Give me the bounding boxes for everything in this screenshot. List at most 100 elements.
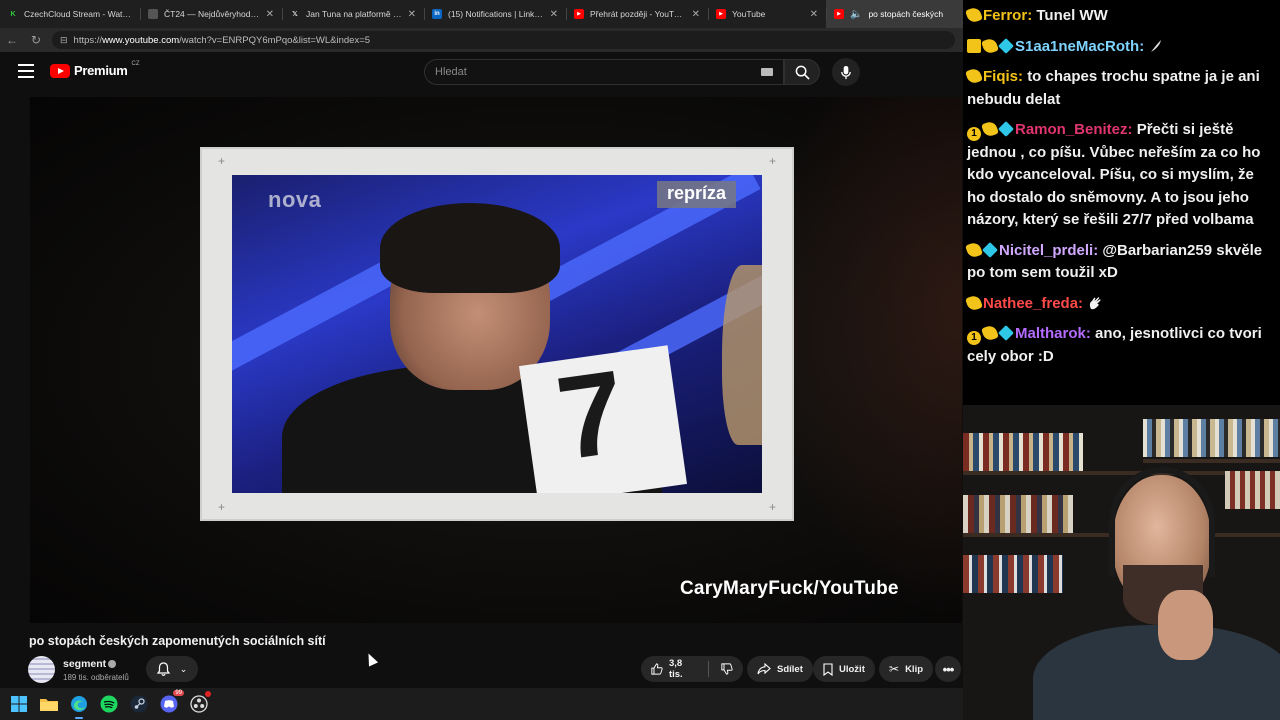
clip-button[interactable]: ✂ Klip xyxy=(879,656,934,682)
search-input[interactable]: Hledat xyxy=(424,59,784,85)
video-player[interactable]: + + + + 7 nova repríza CaryMaryFuck/YouT… xyxy=(30,97,962,623)
tab-label: CzechCloud Stream - Watch L xyxy=(24,9,132,19)
chat-message: Nathee_freda: xyxy=(965,293,1276,316)
youtube-play-icon xyxy=(50,63,70,78)
edge-icon[interactable] xyxy=(68,693,90,719)
sub-badge-icon xyxy=(965,293,983,312)
chat-username[interactable]: Maltharok xyxy=(1015,325,1086,342)
sub-badge-icon xyxy=(965,6,983,24)
thumbs-down-icon[interactable] xyxy=(721,662,733,676)
steam-icon[interactable] xyxy=(128,693,150,715)
channel-name[interactable]: segment xyxy=(63,658,106,670)
keyboard-icon[interactable] xyxy=(761,68,773,76)
address-bar: ← ↻ ⊟ https://www.youtube.com/watch?v=EN… xyxy=(0,28,963,52)
chat-message: 1 Ramon_Benitez: Přečti si ještě jednou ,… xyxy=(967,120,1261,228)
chat-username[interactable]: Fiqis xyxy=(983,68,1018,85)
bell-icon xyxy=(156,662,170,676)
chat-username[interactable]: Nicitel_prdeli xyxy=(999,242,1093,259)
tab-youtube[interactable]: ▶ YouTube ✕ xyxy=(708,0,826,28)
gift-badge-icon xyxy=(982,241,998,258)
close-icon[interactable]: ✕ xyxy=(266,9,274,20)
speaker-icon[interactable]: 🔈 xyxy=(850,9,862,20)
hamburger-menu-icon[interactable] xyxy=(18,64,34,78)
shelf xyxy=(1143,459,1280,463)
sub-badge-icon xyxy=(965,240,983,259)
webcam-feed xyxy=(963,405,1280,720)
url-field[interactable]: ⊟ https://www.youtube.com/watch?v=ENRPQY… xyxy=(52,31,955,49)
gift-badge-icon xyxy=(998,325,1014,341)
chat-message: Ferror: Tunel WW xyxy=(965,5,1276,28)
paper-frame: + + + + 7 nova repríza xyxy=(200,147,794,521)
clip-label: Klip xyxy=(905,663,924,675)
share-icon xyxy=(757,663,771,675)
tab-watch-later[interactable]: ▶ Přehrát později - YouTube ✕ xyxy=(566,0,708,28)
close-icon[interactable]: ✕ xyxy=(408,9,416,20)
discord-icon[interactable]: 99 xyxy=(158,690,184,715)
bookshelf xyxy=(963,495,1073,533)
windows-start-icon[interactable] xyxy=(8,693,30,715)
tab-ct24[interactable]: ČT24 — Nejdůvěryhodnější z ✕ xyxy=(140,0,282,28)
obs-icon[interactable] xyxy=(188,691,211,715)
youtube-icon: ▶ xyxy=(716,9,726,19)
tab-linkedin[interactable]: in (15) Notifications | LinkedIn ✕ xyxy=(424,0,566,28)
youtube-icon: ▶ xyxy=(834,9,844,19)
close-icon[interactable]: ✕ xyxy=(810,9,818,20)
avatar[interactable] xyxy=(28,656,55,683)
chat-message: Fiqis: to chapes trochu spatne ja je ani… xyxy=(965,67,1260,108)
person-shirt xyxy=(1033,625,1280,720)
tab-x[interactable]: 𝕏 Jan Tuna na platformě X: „Mi ✕ xyxy=(282,0,424,28)
subscriber-count: 189 tis. odběratelů xyxy=(63,673,129,682)
rerun-badge: repríza xyxy=(656,181,736,208)
recording-dot xyxy=(205,691,211,697)
site-info-icon[interactable]: ⊟ xyxy=(60,35,68,46)
close-icon[interactable]: ✕ xyxy=(692,9,700,20)
voice-search-button[interactable] xyxy=(832,58,860,86)
back-icon[interactable]: ← xyxy=(0,28,24,52)
spotify-icon[interactable] xyxy=(98,693,120,715)
browser-window: K CzechCloud Stream - Watch L ČT24 — Nej… xyxy=(0,0,963,688)
thumbs-up-icon xyxy=(651,663,663,675)
tab-label: Jan Tuna na platformě X: „Mi xyxy=(306,9,402,19)
tab-czechcloud[interactable]: K CzechCloud Stream - Watch L xyxy=(0,0,140,28)
chat-username[interactable]: Ramon_Benitez xyxy=(1015,121,1128,138)
tab-label: po stopách českých xyxy=(868,9,944,19)
reload-icon[interactable]: ↻ xyxy=(24,28,48,52)
youtube-premium-logo[interactable]: Premium CZ xyxy=(50,61,140,78)
plus-mark-icon: + xyxy=(768,154,776,168)
nova-logo: nova xyxy=(268,187,322,212)
stream-chat: Ferror: Tunel WW S1aa1neMacRoth: Fiqis: … xyxy=(963,0,1280,405)
rank-one-badge-icon: 1 xyxy=(967,127,981,141)
tab-strip: K CzechCloud Stream - Watch L ČT24 — Nej… xyxy=(0,0,963,28)
card-number: 7 xyxy=(549,345,634,486)
tab-active-video[interactable]: ▶ 🔈 po stopách českých xyxy=(826,0,963,28)
channel-row: segment 189 tis. odběratelů ⌄ 3,8 tis. S… xyxy=(28,656,963,686)
file-explorer-icon[interactable] xyxy=(38,693,60,715)
search-button[interactable] xyxy=(784,59,820,85)
windows-taskbar: 99 xyxy=(0,688,963,720)
chat-username[interactable]: Nathee_freda xyxy=(983,295,1078,312)
chat-message: S1aa1neMacRoth: xyxy=(967,36,1276,59)
source-watermark: CaryMaryFuck/YouTube xyxy=(680,578,899,599)
sub-badge-icon xyxy=(981,324,999,342)
rank-one-badge-icon: 1 xyxy=(967,331,981,345)
share-button[interactable]: Sdílet xyxy=(747,656,813,682)
gift-badge-icon xyxy=(998,37,1014,54)
more-actions-button[interactable]: ••• xyxy=(935,656,961,682)
chat-username[interactable]: S1aa1neMacRoth xyxy=(1015,38,1139,55)
sub-badge-icon xyxy=(981,120,999,138)
brand-text: Premium xyxy=(74,63,128,78)
sub-badge-icon xyxy=(981,36,999,55)
more-icon: ••• xyxy=(942,661,955,677)
notification-bell-button[interactable]: ⌄ xyxy=(146,656,198,682)
chevron-down-icon: ⌄ xyxy=(179,663,188,674)
tv-clip-frame: 7 nova repríza xyxy=(232,175,762,493)
close-icon[interactable]: ✕ xyxy=(550,9,558,20)
chat-username[interactable]: Ferror xyxy=(983,7,1027,24)
scissors-icon: ✂ xyxy=(889,662,900,676)
like-button[interactable]: 3,8 tis. xyxy=(641,656,743,682)
side-person xyxy=(722,265,762,445)
save-button[interactable]: Uložit xyxy=(813,656,875,682)
search-icon xyxy=(795,65,810,80)
bookshelf xyxy=(1225,471,1280,509)
plus-mark-icon: + xyxy=(218,154,226,168)
